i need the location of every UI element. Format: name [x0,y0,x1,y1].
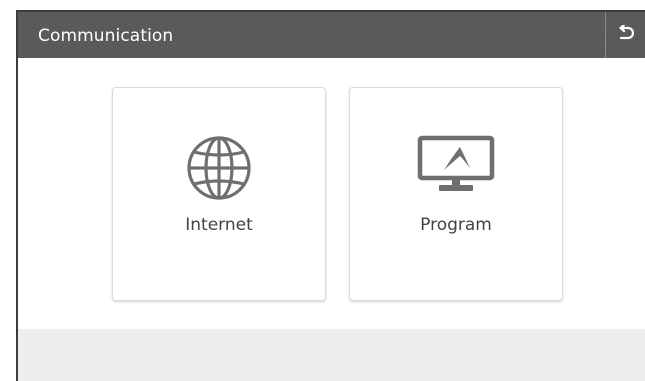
back-button[interactable] [605,12,645,58]
program-tile[interactable]: Program [349,87,563,301]
globe-icon [187,136,251,200]
back-arrow-icon [619,25,634,40]
main-content: Internet Program [18,58,645,329]
program-label: Program [420,215,492,235]
monitor-icon [417,135,495,191]
page-title: Communication [38,26,174,46]
internet-label: Internet [185,215,253,235]
footer-bar [18,329,645,381]
header-bar: Communication [18,12,645,58]
app-window: Communication Internet Program [16,10,645,381]
internet-tile[interactable]: Internet [112,87,326,301]
